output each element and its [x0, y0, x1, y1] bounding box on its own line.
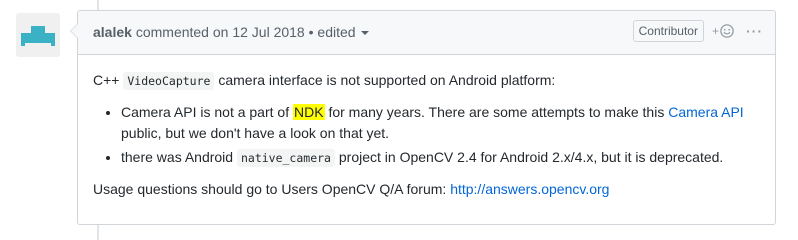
author-link[interactable]: alalek	[93, 24, 132, 40]
avatar-identicon-part	[21, 33, 55, 43]
footer-paragraph: Usage questions should go to Users OpenC…	[93, 179, 760, 200]
footer-text: Usage questions should go to Users OpenC…	[93, 181, 447, 197]
bullet2-text: project in OpenCV 2.4 for Android 2.x/4.…	[338, 149, 724, 165]
kebab-horizontal-icon[interactable]: ···	[746, 23, 763, 39]
bullet-list: Camera API is not a part of NDK for many…	[93, 102, 760, 169]
avatar-identicon-part	[51, 43, 55, 46]
header-actions: Contributor + ···	[632, 20, 763, 42]
page: alalek commented on 12 Jul 2018 • edited…	[0, 0, 798, 240]
comment-action: commented on 12 Jul 2018	[135, 24, 305, 40]
camera-api-link[interactable]: Camera API	[668, 104, 743, 120]
role-badge: Contributor	[632, 20, 704, 42]
intro-paragraph: C++ VideoCapture camera interface is not…	[93, 70, 760, 92]
caret-down-icon	[361, 31, 370, 36]
highlighted-text: NDK	[292, 104, 325, 120]
edited-label: edited	[317, 24, 356, 40]
avatar-identicon-part	[21, 43, 25, 46]
list-item: Camera API is not a part of NDK for many…	[121, 102, 760, 144]
separator: •	[308, 24, 314, 40]
inline-code: native_camera	[236, 149, 335, 167]
forum-link[interactable]: http://answers.opencv.org	[450, 181, 609, 197]
bullet1-text: for many years. There are some attempts …	[328, 104, 665, 120]
bullet2-text: there was Android	[121, 149, 234, 165]
list-item: there was Android native_camera project …	[121, 147, 760, 169]
comment-box: alalek commented on 12 Jul 2018 • edited…	[70, 10, 776, 225]
reaction-plus: +	[711, 24, 719, 38]
intro-prefix: C++	[93, 72, 120, 88]
edited-dropdown[interactable]: edited	[317, 24, 370, 40]
bullet1-text: Camera API is not a part of	[121, 104, 290, 120]
comment-header-text: alalek commented on 12 Jul 2018 • edited	[93, 24, 370, 40]
comment-header: alalek commented on 12 Jul 2018 • edited…	[78, 11, 775, 55]
comment-body: C++ VideoCapture camera interface is not…	[78, 55, 775, 200]
smiley-icon	[720, 24, 734, 38]
inline-code: VideoCapture	[123, 72, 215, 90]
avatar[interactable]	[16, 13, 60, 57]
bullet1-text: public, but we don't have a look on that…	[121, 125, 390, 141]
add-reaction-button[interactable]: +	[712, 24, 734, 38]
intro-suffix: camera interface is not supported on And…	[218, 72, 556, 88]
avatar-identicon-part	[31, 26, 45, 33]
